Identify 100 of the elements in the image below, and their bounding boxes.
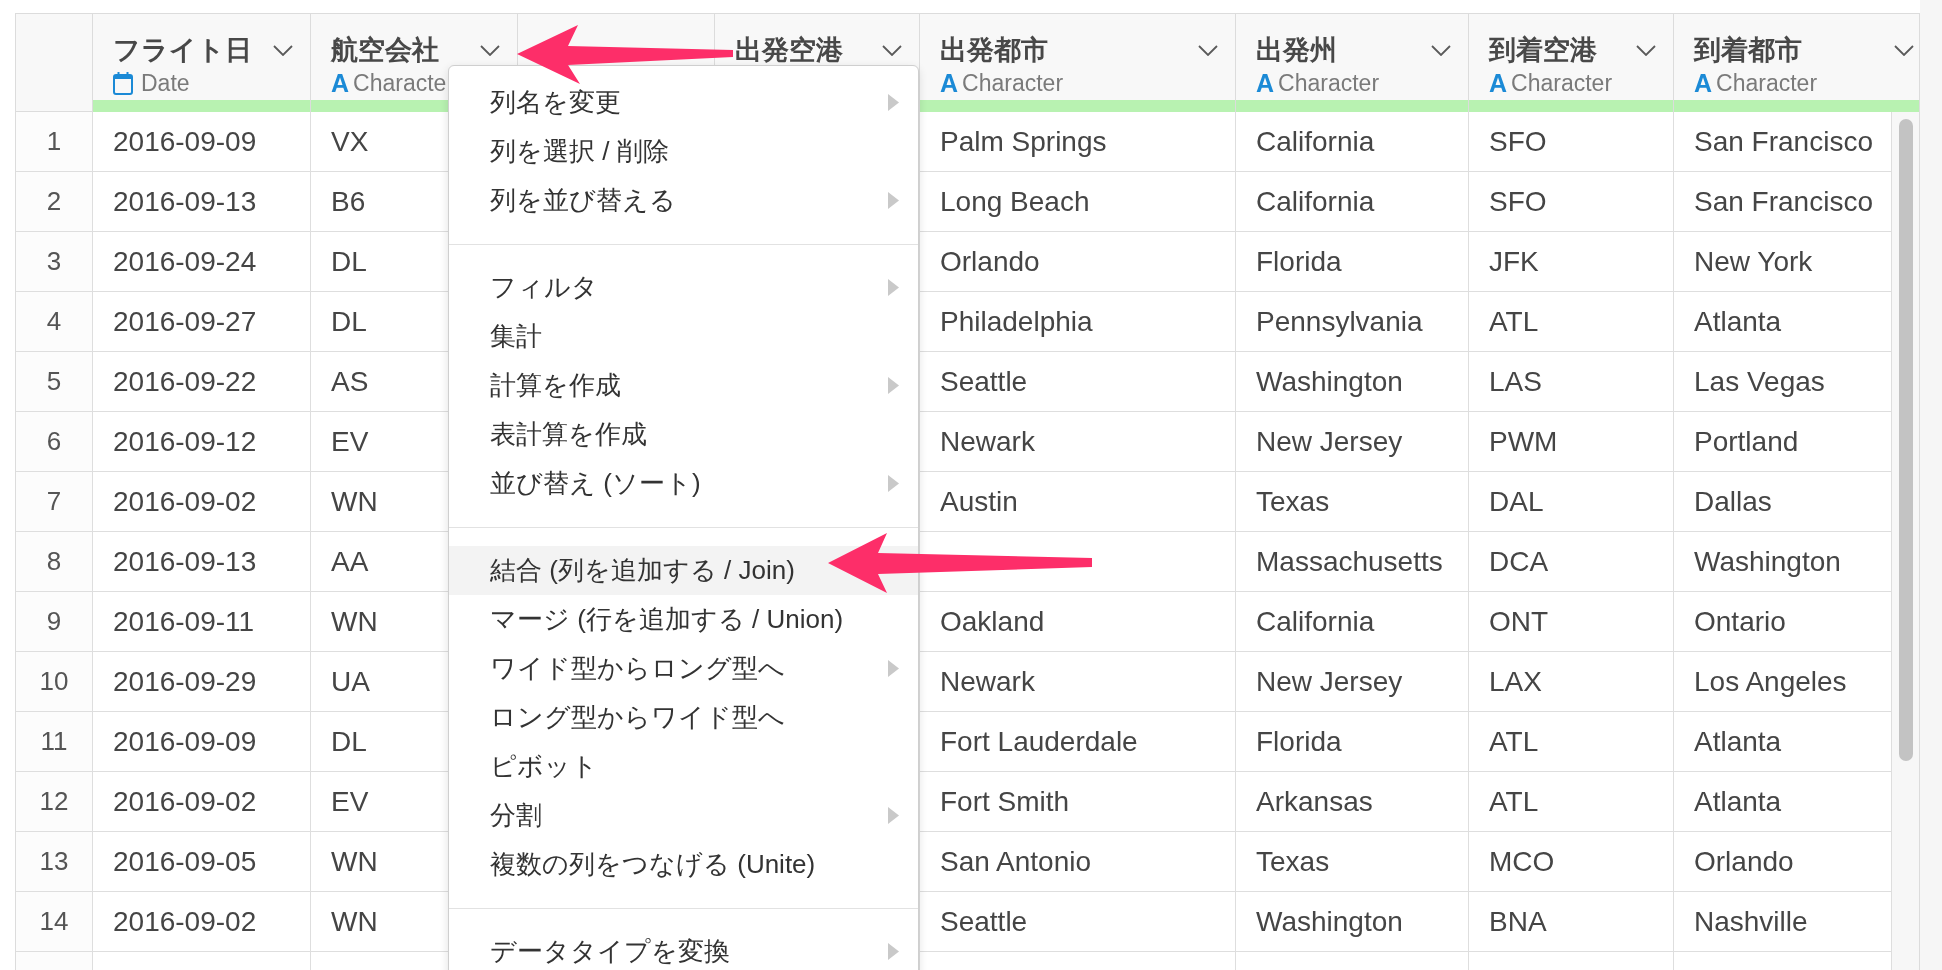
table-cell: Oakland: [920, 592, 1236, 652]
column-type: Date: [141, 71, 190, 95]
table-cell: Washington: [1236, 892, 1469, 952]
table-cell: Pennsylvania: [1236, 292, 1469, 352]
table-cell: Arkansas: [1236, 772, 1469, 832]
table-cell: 2016-09-09: [93, 112, 311, 172]
table-cell: 2016-09-22: [93, 352, 311, 412]
column-type: Character: [962, 71, 1064, 95]
table-cell: California: [1236, 592, 1469, 652]
table-cell: 2016-09-05: [93, 832, 311, 892]
row-number: 5: [16, 352, 93, 412]
table-cell: MCO: [1469, 832, 1674, 892]
table-cell: Ontario: [1674, 592, 1892, 652]
table-cell: Dallas: [1674, 472, 1892, 532]
column-title: フライト日: [113, 34, 252, 67]
table-cell: Atlanta: [1674, 292, 1892, 352]
column-type: Character: [1511, 71, 1613, 95]
table-cell: 2016-09-02: [93, 472, 311, 532]
table-cell: Nashville: [1674, 892, 1892, 952]
table-cell: 2016-09-02: [93, 892, 311, 952]
column-type: Characte: [353, 71, 447, 95]
row-number: 1: [16, 112, 93, 172]
type-letter: A: [940, 70, 959, 96]
row-number: 6: [16, 412, 93, 472]
row-number: 12: [16, 772, 93, 832]
row-number: 9: [16, 592, 93, 652]
column-title: 出発州: [1256, 34, 1337, 67]
table-cell: Orlando: [1674, 832, 1892, 892]
scrollbar-thumb[interactable]: [1899, 119, 1913, 761]
chevron-down-icon[interactable]: [273, 44, 293, 56]
row-number: 14: [16, 892, 93, 952]
table-cell: Seattle: [920, 892, 1236, 952]
table-cell: 2016-09-09: [93, 712, 311, 772]
table-cell: Newark: [920, 652, 1236, 712]
table-cell: Atlanta: [1674, 712, 1892, 772]
column-title: 出発都市: [940, 34, 1048, 67]
table-cell: ONT: [1469, 592, 1674, 652]
type-letter: A: [1489, 70, 1508, 96]
table-cell: DCA: [1469, 532, 1674, 592]
table-cell: 2016-09-29: [93, 652, 311, 712]
table-cell: 2016-09-12: [93, 412, 311, 472]
table-cell: 2016-09-24: [93, 232, 311, 292]
table-cell: Philadelphia: [920, 292, 1236, 352]
table-cell: Seattle: [920, 352, 1236, 412]
table-cell: Orlando: [920, 232, 1236, 292]
table-cell: Fort Lauderdale: [920, 712, 1236, 772]
row-number: 4: [16, 292, 93, 352]
type-letter: A: [1694, 70, 1713, 96]
table-cell: Florida: [1236, 232, 1469, 292]
table-cell: PWM: [1469, 412, 1674, 472]
table-cell: Texas: [1236, 832, 1469, 892]
column-type: Character: [1278, 71, 1380, 95]
row-number: 3: [16, 232, 93, 292]
table-cell: 2016-09-13: [93, 172, 311, 232]
table-cell: Austin: [920, 472, 1236, 532]
table-cell: JFK: [1469, 232, 1674, 292]
table-cell: Portland: [1674, 412, 1892, 472]
table-cell: Atlanta: [1674, 772, 1892, 832]
table-cell: San Francisco: [1674, 112, 1892, 172]
chevron-down-icon[interactable]: [1894, 44, 1914, 56]
column-title: 到着空港: [1489, 34, 1597, 67]
table-cell: New Jersey: [1236, 652, 1469, 712]
table-cell: New Jersey: [1236, 412, 1469, 472]
submenu-arrow-icon: [888, 660, 899, 677]
table-cell: New York: [1674, 232, 1892, 292]
table-cell: Fort Smith: [920, 772, 1236, 832]
row-number: 11: [16, 712, 93, 772]
menu-item[interactable]: 結合 (列を追加する / Join): [449, 546, 918, 595]
table-cell: Washington: [1674, 532, 1892, 592]
column-title: 航空会社: [331, 34, 439, 67]
row-number: 7: [16, 472, 93, 532]
table-cell: DAL: [1469, 472, 1674, 532]
type-letter: A: [331, 70, 350, 96]
table-cell: Massachusetts: [1236, 532, 1469, 592]
table-cell: California: [1236, 112, 1469, 172]
row-number: 10: [16, 652, 93, 712]
chevron-down-icon[interactable]: [882, 44, 902, 56]
table-cell: Long Beach: [920, 172, 1236, 232]
submenu-arrow-icon: [888, 807, 899, 824]
table-cell: LAS: [1469, 352, 1674, 412]
type-letter: A: [1256, 70, 1275, 96]
submenu-arrow-icon: [888, 94, 899, 111]
row-number: 13: [16, 832, 93, 892]
chevron-down-icon[interactable]: [1636, 44, 1656, 56]
row-number: 8: [16, 532, 93, 592]
row-number: 2: [16, 172, 93, 232]
table-cell: Washington: [1236, 352, 1469, 412]
table-cell: ATL: [1469, 712, 1674, 772]
table-cell: San Antonio: [920, 832, 1236, 892]
table-cell: 2016-09-27: [93, 292, 311, 352]
table-cell: San Francisco: [1674, 172, 1892, 232]
table-cell: 2016-09-02: [93, 772, 311, 832]
chevron-down-icon[interactable]: [1431, 44, 1451, 56]
chevron-down-icon[interactable]: [480, 44, 500, 56]
table-cell: 2016-09-11: [93, 592, 311, 652]
table-cell: ATL: [1469, 772, 1674, 832]
table-cell: 2016-09-13: [93, 532, 311, 592]
chevron-down-icon[interactable]: [1198, 44, 1218, 56]
table-cell: Texas: [1236, 472, 1469, 532]
submenu-arrow-icon: [888, 192, 899, 209]
